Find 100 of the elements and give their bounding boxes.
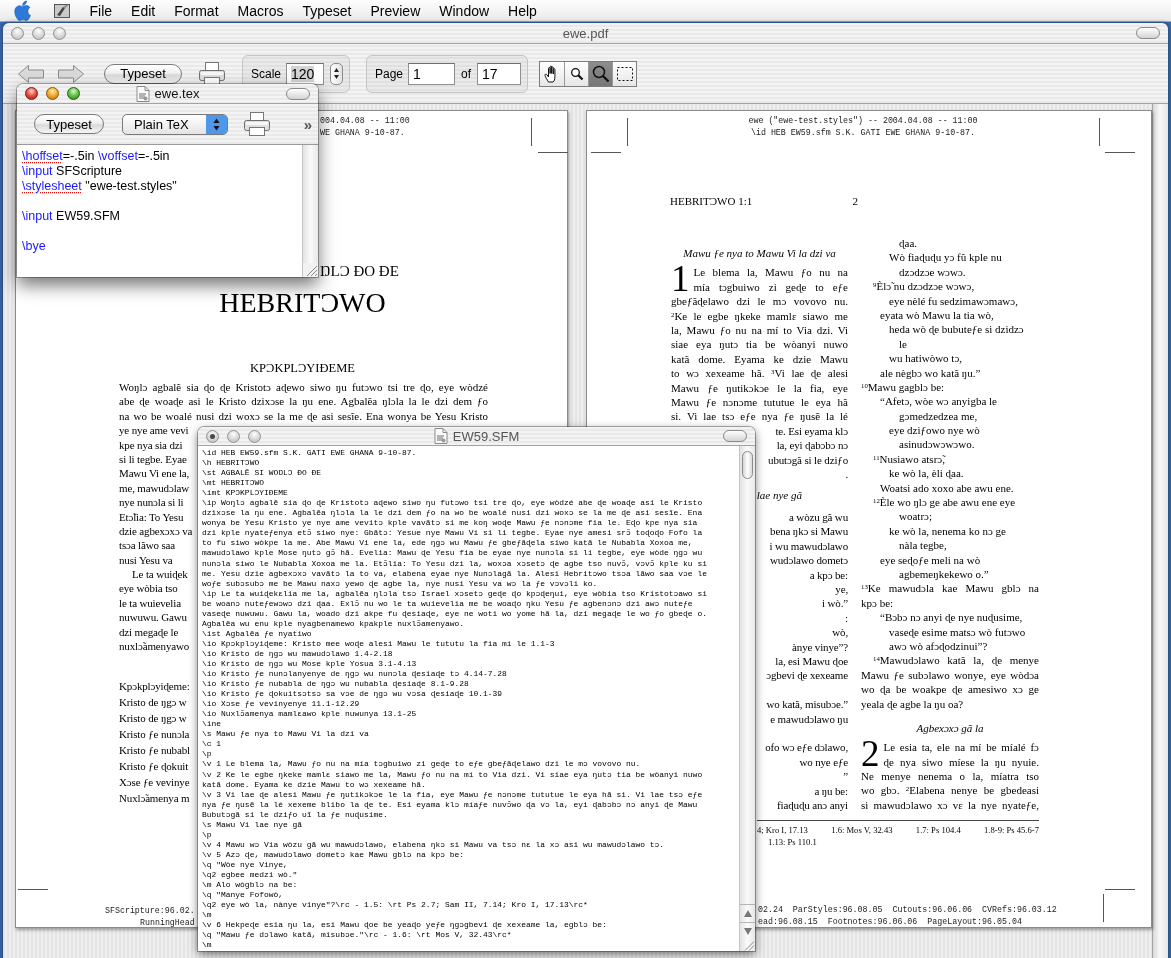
menu-item[interactable]: Typeset	[292, 0, 361, 21]
printer-icon	[243, 111, 271, 137]
close-button[interactable]	[206, 429, 219, 443]
outline-line: Kristo ƒe nubabl	[119, 743, 190, 759]
format-popup[interactable]: Plain TeX	[122, 113, 228, 135]
close-button[interactable]	[25, 87, 38, 100]
menu-item[interactable]: Preview	[360, 0, 430, 21]
text-line: $^{2}$Ke le egbe ŋkeke mamlɛ siawo me	[671, 308, 848, 323]
tool-button[interactable]	[612, 61, 636, 86]
tool-button[interactable]	[588, 61, 612, 86]
text-line: ”	[843, 769, 848, 784]
scale-stepper[interactable]	[330, 62, 343, 85]
page-header-line: WE GHANA 9-10-87.	[320, 127, 406, 139]
verse-line: $^{9}$Èlɔ̃ nu dzɔdzɔe wɔwɔ,	[873, 279, 975, 294]
minimize-button[interactable]	[46, 87, 59, 100]
typeset-button[interactable]: Typeset	[104, 63, 182, 84]
menu-item[interactable]: Macros	[228, 0, 293, 21]
caret-up-icon	[334, 68, 340, 72]
page-footer-line: 02.24 ParStyles:96.08.05 Cutouts:96.06.06 CVRefs:96.03.12	[758, 904, 1057, 917]
outline-line: Kpɔkplɔyiɖeme:	[119, 679, 190, 695]
text-line: dzie agbexɔxɔ va	[119, 523, 193, 539]
verse-line: woatrɔ;	[899, 509, 932, 524]
text-line: a ŋu be:	[814, 783, 848, 798]
verse-line: nàla tegbe,	[899, 538, 947, 553]
text-line: bena ŋkɔ si Mawu	[770, 524, 848, 539]
text-line: i wu mawudɔlawo	[769, 538, 848, 554]
text-line: wudɔlawo dometɔ	[769, 553, 848, 568]
text-line: abe ɖe woaɖe asi le Kristo dzixɔse la ŋu ene. Agbalẽa ŋlɔla la le dzi dem ƒo	[119, 394, 488, 409]
text-line: Le esia ta, ele na mí be míalé fɔ	[883, 740, 1039, 755]
minimize-button[interactable]	[32, 26, 45, 40]
verse-line: “Bɔbɔ nɔ anyi ɖe nye nuɖusime,	[880, 610, 1023, 625]
magnifier-icon	[591, 64, 610, 83]
window-title: ewe.tex	[154, 86, 200, 101]
page-field[interactable]: 1	[408, 62, 455, 85]
text-line: wo katã, misubɔe.”	[766, 697, 848, 712]
verse-line: dzɔdzɔe wɔwɔ.	[899, 264, 966, 280]
tool-button[interactable]	[540, 61, 564, 86]
text-line: si. Vi lae tsɔ eƒe nya ƒe ŋusẽ la lé	[671, 409, 848, 424]
zoom-button[interactable]	[67, 87, 80, 100]
toolbar-toggle-button[interactable]	[286, 87, 310, 100]
text-line: eye wòbia tso	[119, 581, 178, 596]
text-line: me, mawudɔlaw	[119, 480, 190, 496]
footnote: 1.7: Ps 104.4	[915, 824, 961, 837]
verse-line: $^{11}$Nusiawo atsrɔ̃,	[873, 451, 945, 467]
outline-line: Kristo ƒe ɖokuit	[119, 758, 189, 774]
verse-line: $^{12}$Èle wo ŋlɔ ge abe awu ene eye	[873, 495, 1016, 510]
toolbar-overflow-button[interactable]: »	[303, 115, 312, 133]
toolbar-toggle-button[interactable]	[1136, 27, 1160, 39]
scrollbar[interactable]	[1152, 104, 1168, 958]
window-title: ewe.pdf	[562, 25, 609, 41]
menu-item[interactable]: File	[80, 0, 122, 21]
crop-mark	[1105, 152, 1135, 153]
page-footer-line: ead:96.08.15 Footnotes:96.06.06 PageLayout:96.05.04	[758, 916, 1022, 929]
forward-button[interactable]	[57, 63, 85, 84]
text-line: nye nunɔla si li	[119, 495, 184, 510]
section-heading: KPƆKPLƆYIƉEME	[250, 361, 355, 376]
print-button[interactable]	[243, 111, 271, 137]
toolbar-toggle-button[interactable]	[723, 430, 747, 442]
scrollbar[interactable]	[303, 145, 318, 263]
footnote: 4; Kro I, 17.13	[757, 824, 808, 837]
text-line: wo ɖa be woakpe ɖe amesiwo xɔ ge	[861, 682, 1039, 697]
outline-line: Nuxlɔ̃amenya m	[119, 790, 190, 806]
scrollbar[interactable]	[739, 446, 755, 951]
app-icon[interactable]	[53, 1, 71, 20]
crop-mark	[1099, 118, 1100, 146]
scale-field[interactable]: 120	[286, 62, 325, 85]
verse-line: eyata wò Mawu la tia wò,	[880, 307, 994, 323]
text-line: Woŋlɔ agbalẽ sia ɖo ɖe Kristotɔ aɖewo siwo ŋu futɔwo tsi tre ɖo, eye wòdzé	[119, 380, 488, 395]
caret-down-icon	[334, 75, 340, 79]
apple-icon[interactable]	[12, 0, 32, 21]
text-line: nuwuwu. Gawu	[119, 610, 187, 625]
menu-item[interactable]: Edit	[121, 0, 165, 21]
tool-button[interactable]	[564, 61, 588, 86]
zoom-button[interactable]	[53, 26, 66, 40]
crop-mark	[1105, 889, 1135, 890]
menu-item[interactable]: Format	[164, 0, 229, 21]
text-line: nuxlɔ̃amenyawo	[119, 639, 190, 654]
menu-item[interactable]: Help	[498, 0, 547, 21]
verse-line: eye seɖoƒe meli na wò	[880, 552, 981, 567]
text-line: Etɔ̃lia: To Yesu	[119, 509, 184, 524]
scroll-thumb[interactable]	[742, 451, 753, 479]
typeset-button[interactable]: Typeset	[34, 114, 104, 134]
minimize-button[interactable]	[227, 429, 240, 443]
chapter-number: 1	[671, 265, 690, 295]
text-line: siae eya ŋutɔ tia be wòanyi nuwo	[671, 337, 848, 352]
text-line: ye,	[835, 582, 848, 597]
text-line: :	[845, 610, 848, 626]
zoom-button[interactable]	[248, 429, 261, 443]
text-line: ofo wɔ eƒe dɔlawo,	[765, 740, 848, 755]
text-editor[interactable]: \hoffset=-.5in \voffset=-.5in \input SFScripture \stylesheet "ewe-test.styles" \input EW59.SFM \bye	[17, 145, 318, 277]
text-line: wo gbɔ. $^{2}$Elabena nenye be gbedeasi	[861, 783, 1039, 798]
resize-handle[interactable]	[303, 263, 318, 277]
crop-mark	[538, 152, 568, 153]
verse-line: “Afetɔ, wòe wɔ anyigba le	[880, 394, 997, 409]
verse-line: le	[899, 336, 907, 352]
text-line: Le blema la, Mawu ƒo nu na	[693, 265, 848, 280]
running-head: HEBRITƆWO 1:1	[670, 194, 753, 208]
right-arrow-icon	[57, 63, 85, 84]
menu-item[interactable]: Window	[429, 0, 499, 21]
verse-line: ale nègbɔ wo katã ŋu.”	[880, 365, 981, 380]
